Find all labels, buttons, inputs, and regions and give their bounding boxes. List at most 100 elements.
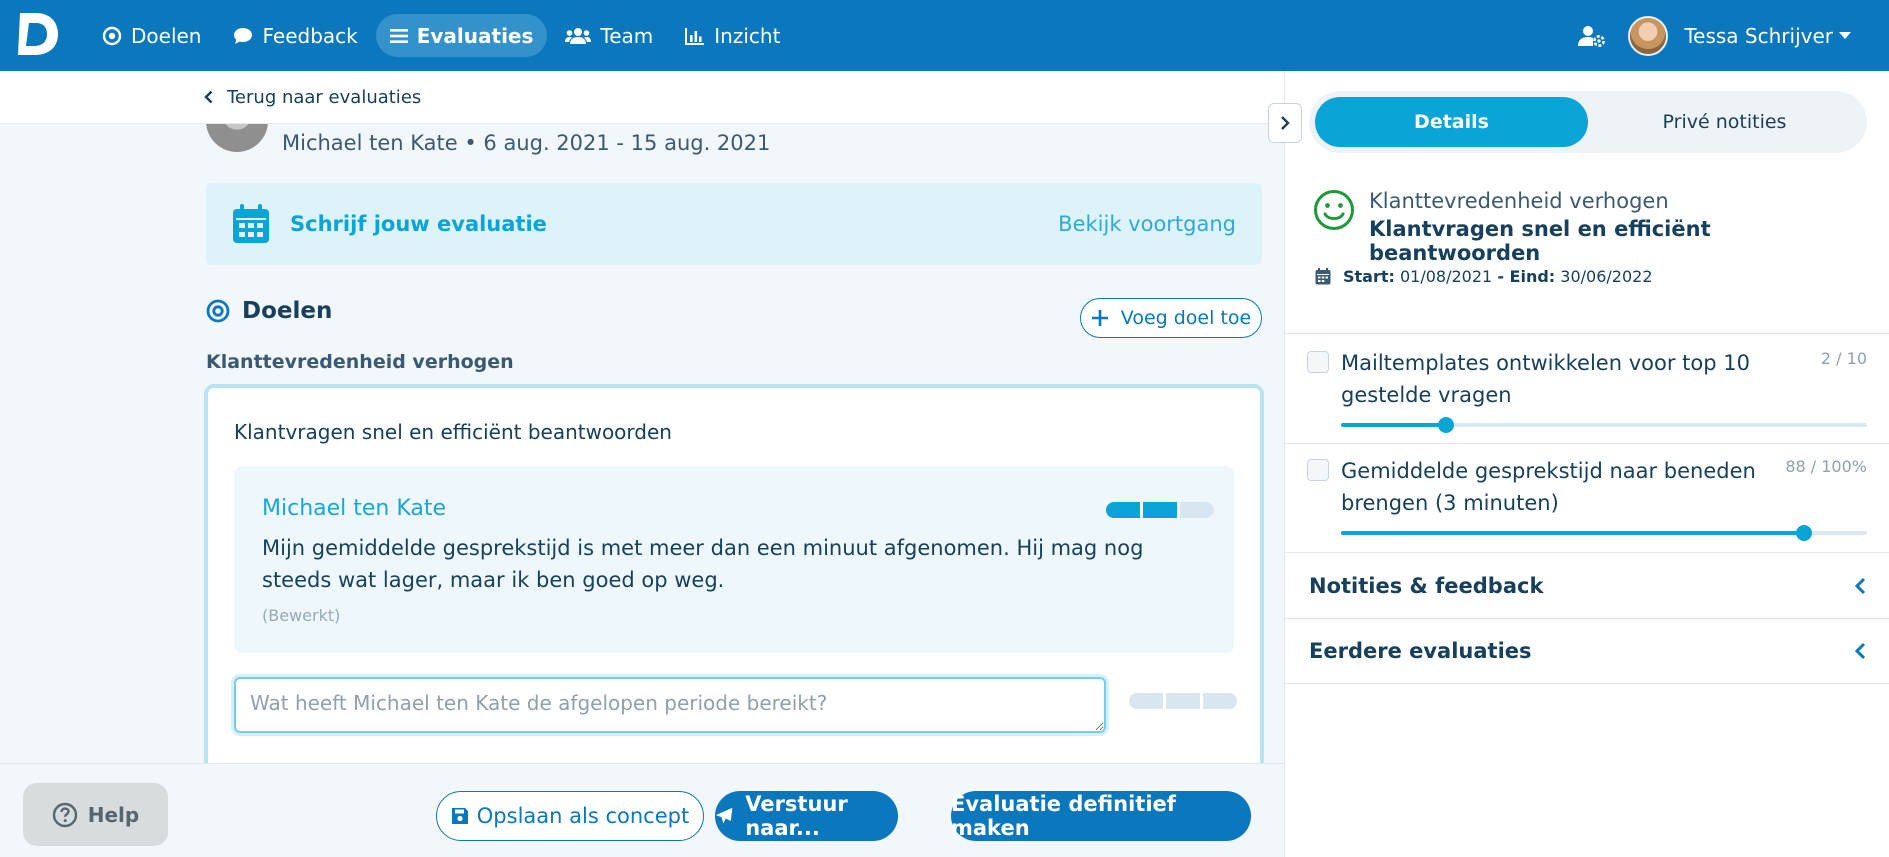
key-result-item: Gemiddelde gesprekstijd naar beneden bre… [1307, 455, 1867, 551]
rating-segment [1106, 502, 1140, 518]
action-bar: Help Opslaan als concept Verstuur naar..… [0, 763, 1284, 857]
slider-handle[interactable] [1438, 417, 1455, 433]
nav-label: Doelen [131, 23, 202, 48]
key-result-checkbox[interactable] [1307, 459, 1329, 481]
start-label: Start: [1343, 267, 1395, 286]
send-button[interactable]: Verstuur naar... [715, 791, 898, 841]
main-content: Michael ten Kate • 6 aug. 2021 - 15 aug.… [0, 71, 1284, 857]
rating-segment[interactable] [1166, 693, 1200, 709]
section-previous-evaluations[interactable]: Eerdere evaluaties [1285, 618, 1889, 684]
add-goal-button[interactable]: Voeg doel toe [1080, 298, 1262, 338]
user-settings-icon[interactable] [1578, 25, 1606, 47]
section-title: Notities & feedback [1309, 573, 1544, 598]
nav-item-team[interactable]: Team [551, 14, 667, 57]
goal-title: Klantvragen snel en efficiënt beantwoord… [1368, 217, 1711, 265]
help-button[interactable]: Help [23, 783, 168, 846]
goal-dates: Start: 01/08/2021 - Eind: 30/06/2022 [1315, 267, 1653, 286]
collapse-panel-button[interactable] [1268, 103, 1302, 143]
user-menu[interactable]: Tessa Schrijver [1628, 15, 1851, 56]
user-name: Tessa Schrijver [1684, 23, 1833, 48]
avatar [1628, 15, 1669, 56]
goal-title: Klantvragen snel en efficiënt beantwoord… [234, 420, 672, 444]
paper-plane-icon [715, 807, 733, 824]
panel-tabs: Details Privé notities [1309, 91, 1867, 153]
rating-segment[interactable] [1129, 693, 1163, 709]
nav-item-feedback[interactable]: Feedback [219, 14, 371, 57]
evaluation-meta-text: Michael ten Kate • 6 aug. 2021 - 15 aug.… [282, 131, 771, 155]
finalize-label: Evaluatie definitief maken [951, 792, 1176, 840]
key-result-title: Mailtemplates ontwikkelen voor top 10 ge… [1341, 351, 1750, 407]
key-result-slider[interactable] [1341, 417, 1867, 433]
add-goal-label: Voeg doel toe [1120, 307, 1252, 329]
chat-bubble-icon [234, 27, 253, 44]
banner-title: Schrijf jouw evaluatie [290, 212, 547, 236]
view-progress-link[interactable]: Bekijk voortgang [1058, 212, 1236, 236]
goal-category: Klanttevredenheid verhogen [1368, 189, 1669, 213]
nav-item-inzicht[interactable]: Inzicht [671, 14, 794, 57]
chevron-left-icon [1854, 577, 1866, 594]
section-title: Eerdere evaluaties [1309, 639, 1532, 663]
plus-icon [1091, 310, 1108, 326]
rating-selector[interactable] [1129, 693, 1237, 709]
goal-category: Klanttevredenheid verhogen [206, 351, 514, 373]
list-icon [389, 28, 408, 43]
tab-private-notes[interactable]: Privé notities [1588, 97, 1861, 147]
goals-heading: Doelen [206, 298, 332, 324]
save-concept-label: Opslaan als concept [476, 804, 690, 828]
target-icon [206, 299, 230, 323]
nav-label: Evaluaties [416, 23, 534, 48]
calendar-icon [233, 204, 269, 243]
caret-down-icon [1839, 31, 1851, 39]
key-result-progress [1341, 423, 1447, 427]
evaluation-text: Mijn gemiddelde gesprekstijd is met meer… [262, 536, 1144, 592]
calendar-icon [1315, 268, 1331, 285]
back-link[interactable]: Terug naar evaluaties [227, 87, 421, 108]
nav-label: Team [600, 23, 654, 48]
logo[interactable] [16, 11, 60, 57]
evaluation-author: Michael ten Kate [262, 496, 447, 521]
key-result-checkbox[interactable] [1307, 351, 1329, 373]
send-label: Verstuur naar... [745, 792, 848, 840]
save-concept-button[interactable]: Opslaan als concept [436, 791, 704, 841]
rating-segment [1180, 502, 1214, 518]
slider-handle[interactable] [1795, 525, 1812, 541]
divider [1285, 443, 1889, 444]
key-result-title: Gemiddelde gesprekstijd naar beneden bre… [1341, 459, 1756, 515]
rating-indicator [1106, 502, 1214, 518]
key-result-slider[interactable] [1341, 525, 1867, 541]
bar-chart-icon [685, 27, 705, 45]
key-result-progress [1341, 531, 1804, 535]
help-label: Help [87, 802, 140, 827]
rating-segment[interactable] [1203, 693, 1237, 709]
evaluation-entry: Michael ten Kate Mijn gemiddelde gesprek… [234, 466, 1234, 653]
chevron-left-icon[interactable] [204, 90, 213, 104]
floppy-disk-icon [451, 808, 468, 824]
key-result-score: 88 / 100% [1785, 457, 1867, 476]
tab-details[interactable]: Details [1315, 97, 1588, 147]
users-icon [565, 27, 592, 44]
end-label: - Eind: [1497, 267, 1556, 286]
section-notes-feedback[interactable]: Notities & feedback [1285, 552, 1889, 618]
top-navigation: Doelen Feedback Evaluaties Team Inzicht … [0, 0, 1889, 71]
key-result-item: Mailtemplates ontwikkelen voor top 10 ge… [1307, 347, 1867, 443]
nav-item-evaluaties[interactable]: Evaluaties [375, 14, 548, 57]
smiley-icon [1313, 190, 1354, 230]
end-date: 30/06/2022 [1560, 267, 1653, 286]
nav-item-doelen[interactable]: Doelen [88, 14, 215, 57]
evaluation-input[interactable] [234, 677, 1106, 733]
rating-segment [1143, 502, 1177, 518]
question-circle-icon [52, 802, 77, 827]
write-evaluation-banner: Schrijf jouw evaluatie Bekijk voortgang [206, 183, 1262, 265]
divider [1285, 333, 1889, 334]
goals-title: Doelen [242, 298, 333, 324]
details-panel: Details Privé notities Klanttevredenheid… [1284, 71, 1889, 857]
edited-label: (Bewerkt) [262, 606, 341, 625]
finalize-evaluation-button[interactable]: Evaluatie definitief maken [951, 791, 1251, 841]
back-bar: Terug naar evaluaties [0, 71, 1284, 124]
nav-label: Inzicht [714, 23, 781, 48]
start-date: 01/08/2021 [1400, 267, 1493, 286]
nav-label: Feedback [262, 23, 358, 48]
target-icon [102, 26, 122, 45]
chevron-left-icon [1854, 642, 1866, 660]
goal-summary: Klanttevredenheid verhogen Klantvragen s… [1313, 189, 1889, 265]
